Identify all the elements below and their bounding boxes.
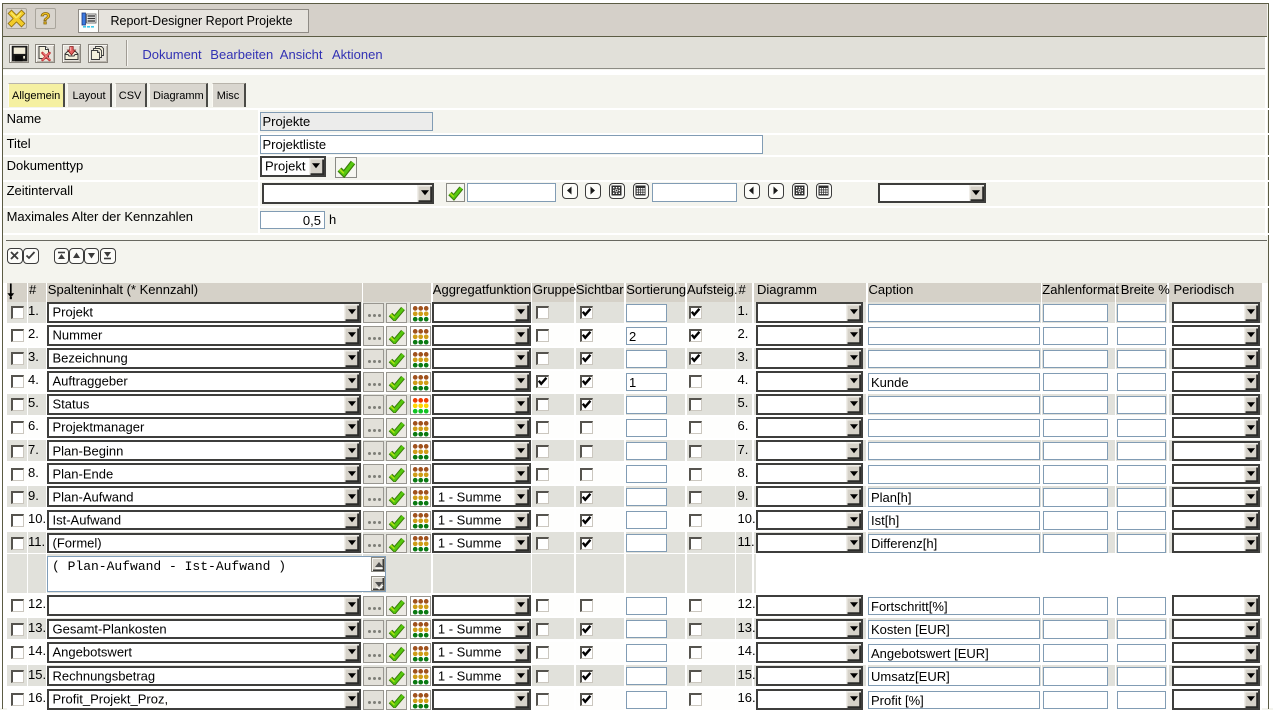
svg-text:?: ? bbox=[41, 9, 51, 28]
